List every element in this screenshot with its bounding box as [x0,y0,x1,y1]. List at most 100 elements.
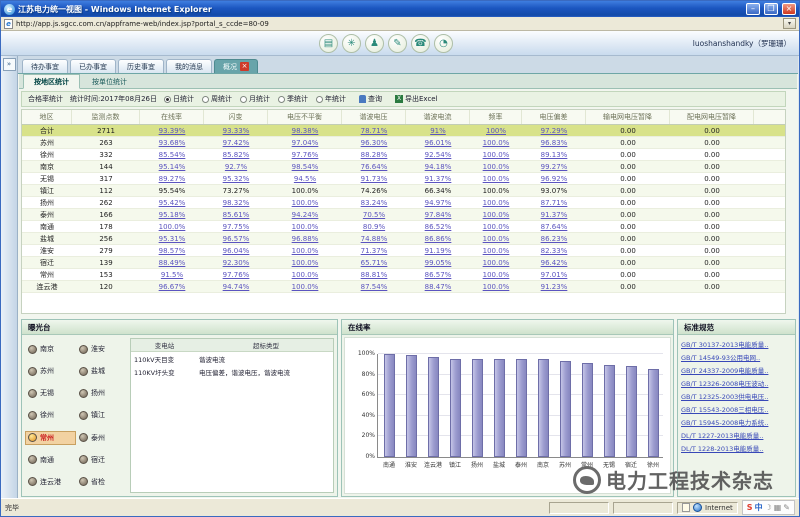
value-link[interactable]: 100% [486,127,506,135]
ime-icon[interactable]: ▦ [774,503,782,512]
star-icon[interactable]: ✳ [342,34,361,53]
value-link[interactable]: 98.32% [223,199,250,207]
value-link[interactable]: 76.64% [361,163,388,171]
value-link[interactable]: 85.82% [223,151,250,159]
value-link[interactable]: 74.88% [361,235,388,243]
value-link[interactable]: 97.04% [292,139,319,147]
value-link[interactable]: 98.38% [292,127,319,135]
value-link[interactable]: 91.19% [425,247,452,255]
value-link[interactable]: 100.0% [483,175,510,183]
ime-icon[interactable]: S [747,503,753,512]
value-link[interactable]: 91.37% [541,211,568,219]
standard-link[interactable]: GB/T 14549-93公用电网.. [681,352,792,365]
export-excel-button[interactable]: X 导出Excel [395,94,438,104]
ime-icon[interactable]: 中 [755,502,763,513]
value-link[interactable]: 95.31% [159,235,186,243]
value-link[interactable]: 71.37% [361,247,388,255]
value-link[interactable]: 100.0% [483,235,510,243]
city-button-扬州[interactable]: 扬州 [76,386,127,400]
value-link[interactable]: 87.71% [541,199,568,207]
maximize-button[interactable]: ❐ [764,3,778,15]
tab-概况[interactable]: 概况× [214,59,258,73]
value-link[interactable]: 100.0% [483,151,510,159]
subtab-按单位统计[interactable]: 按单位统计 [82,74,137,89]
value-link[interactable]: 95.18% [159,211,186,219]
value-link[interactable]: 96.01% [425,139,452,147]
value-link[interactable]: 85.61% [223,211,250,219]
value-link[interactable]: 96.67% [159,283,186,291]
city-button-省检[interactable]: 省检 [76,475,127,489]
value-link[interactable]: 82.33% [541,247,568,255]
value-link[interactable]: 93.39% [159,127,186,135]
standard-link[interactable]: GB/T 12326-2008电压波动.. [681,378,792,391]
value-link[interactable]: 94.18% [425,163,452,171]
tab-历史事宜[interactable]: 历史事宜 [118,59,164,73]
standard-link[interactable]: GB/T 15543-2008三相电压.. [681,404,792,417]
clock-icon[interactable]: ◔ [434,34,453,53]
value-link[interactable]: 92.54% [425,151,452,159]
value-link[interactable]: 91.73% [361,175,388,183]
value-link[interactable]: 100.0% [483,163,510,171]
value-link[interactable]: 91.23% [541,283,568,291]
ime-icon[interactable]: ☽ [765,503,772,512]
value-link[interactable]: 94.74% [223,283,250,291]
value-link[interactable]: 100.0% [292,283,319,291]
value-link[interactable]: 95.32% [223,175,250,183]
value-link[interactable]: 94.97% [425,199,452,207]
value-link[interactable]: 89.13% [541,151,568,159]
ime-toolbar[interactable]: S中☽▦✎ [742,500,795,515]
value-link[interactable]: 99.27% [541,163,568,171]
phone-icon[interactable]: ☎ [411,34,430,53]
value-link[interactable]: 87.54% [361,283,388,291]
expand-panel-button[interactable]: » [3,58,16,71]
city-button-南京[interactable]: 南京 [25,342,76,356]
value-link[interactable]: 65.71% [361,259,388,267]
value-link[interactable]: 93.33% [223,127,250,135]
value-link[interactable]: 96.83% [541,139,568,147]
value-link[interactable]: 96.30% [361,139,388,147]
value-link[interactable]: 96.42% [541,259,568,267]
value-link[interactable]: 100.0% [292,223,319,231]
value-link[interactable]: 97.76% [292,151,319,159]
city-button-镇江[interactable]: 镇江 [76,408,127,422]
value-link[interactable]: 96.88% [292,235,319,243]
value-link[interactable]: 86.57% [425,271,452,279]
value-link[interactable]: 97.84% [425,211,452,219]
value-link[interactable]: 100.0% [159,223,186,231]
value-link[interactable]: 100.0% [483,247,510,255]
value-link[interactable]: 96.92% [541,175,568,183]
city-button-宿迁[interactable]: 宿迁 [76,453,127,467]
value-link[interactable]: 80.9% [363,223,385,231]
radio-周统计[interactable]: 周统计 [202,94,232,104]
city-button-常州[interactable]: 常州 [25,431,76,445]
tab-我的消息[interactable]: 我的消息 [166,59,212,73]
value-link[interactable]: 86.86% [425,235,452,243]
standard-link[interactable]: GB/T 15945-2008电力系统.. [681,417,792,430]
value-link[interactable]: 93.68% [159,139,186,147]
value-link[interactable]: 96.57% [223,235,250,243]
query-button[interactable]: 查询 [359,94,382,104]
value-link[interactable]: 88.47% [425,283,452,291]
value-link[interactable]: 91.5% [161,271,183,279]
value-link[interactable]: 87.64% [541,223,568,231]
standard-link[interactable]: GB/T 30137-2013电能质量.. [681,339,792,352]
standard-link[interactable]: GB/T 24337-2009电能质量.. [681,365,792,378]
value-link[interactable]: 94.5% [294,175,316,183]
value-link[interactable]: 70.5% [363,211,385,219]
value-link[interactable]: 97.29% [541,127,568,135]
value-link[interactable]: 97.01% [541,271,568,279]
value-link[interactable]: 88.49% [159,259,186,267]
city-button-连云港[interactable]: 连云港 [25,475,76,489]
standard-link[interactable]: GB/T 12325-2003供电电压.. [681,391,792,404]
value-link[interactable]: 100.0% [483,139,510,147]
city-button-盐城[interactable]: 盐城 [76,364,127,378]
address-dropdown-button[interactable]: ▾ [783,18,796,29]
value-link[interactable]: 83.24% [361,199,388,207]
value-link[interactable]: 88.28% [361,151,388,159]
person-icon[interactable]: ♟ [365,34,384,53]
city-button-淮安[interactable]: 淮安 [76,342,127,356]
value-link[interactable]: 98.57% [159,247,186,255]
value-link[interactable]: 100.0% [292,199,319,207]
radio-日统计[interactable]: 日统计 [164,94,194,104]
subtab-按地区统计[interactable]: 按地区统计 [23,74,80,89]
